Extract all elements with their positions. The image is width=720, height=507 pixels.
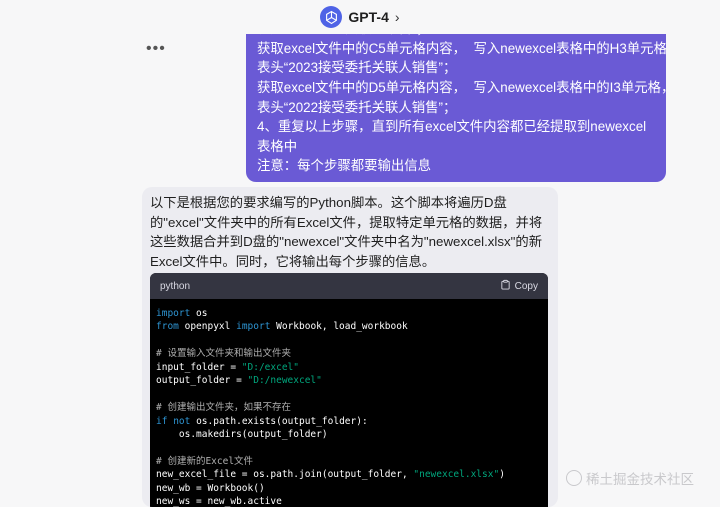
user-message-line: 表头“2023接受委托关联人销售”； [257, 60, 457, 76]
clipboard-icon [500, 279, 511, 293]
code-line: new_wb = Workbook() [156, 482, 542, 495]
code-token: import [156, 308, 191, 319]
copy-label: Copy [514, 280, 538, 292]
watermark: 稀土掘金技术社区 [566, 468, 694, 488]
code-token: from [156, 321, 179, 333]
assistant-message-bubble: 以下是根据您的要求编写的Python脚本。这个脚本将遍历D盘的"excel"文件… [142, 187, 558, 507]
user-message-line: 获取excel文件中的D5单元格内容， 写入newexcel表格中的I3单元格， [257, 80, 666, 96]
openai-logo-icon [320, 6, 343, 28]
code-token: not [173, 415, 191, 427]
code-block: python Copy import os from openpyxl impor… [150, 273, 548, 507]
code-token: openpyxl [178, 321, 237, 333]
chevron-right-icon: › [394, 9, 400, 25]
code-token: import [236, 321, 271, 333]
code-token: if [156, 415, 168, 427]
user-message-line: 注意：每个步骤都要输出信息 [257, 158, 432, 174]
user-message-line: 表头“2022接受委托关联人销售”； [257, 99, 457, 115]
code-line: # 创建输出文件夹，如果不存在 [156, 401, 542, 414]
user-message-line: 获取excel文件中的C5单元格内容， 写入newexcel表格中的H3单元格， [257, 40, 666, 56]
code-token: Workbook, load_workbook [270, 321, 408, 333]
user-message-line: 4、重复以上步骤，直到所有excel文件内容都已经提取到newexcel表格中 [257, 119, 647, 154]
code-token: os.path.exists(output_folder): [190, 415, 368, 427]
code-line: new_excel_file = os.path.join(output_fol… [156, 468, 542, 481]
juejin-logo-icon [566, 470, 582, 486]
model-name: GPT-4 [348, 9, 389, 25]
code-line: if not os.path.exists(output_folder): [156, 415, 542, 428]
code-token: os [190, 308, 208, 319]
code-line: os.makedirs(output_folder) [156, 428, 542, 441]
more-options-icon[interactable]: ••• [146, 40, 166, 58]
code-token: "D:/newexcel" [247, 375, 322, 387]
watermark-text: 稀土掘金技术社区 [586, 472, 694, 487]
code-token: input_folder = [156, 361, 242, 373]
code-token: ) [499, 469, 505, 481]
code-line: input_folder = "D:/excel" [156, 361, 542, 374]
code-line: # 创建新的Excel文件 [156, 455, 542, 468]
code-token: new_wb = Workbook() [156, 482, 265, 494]
code-block-header: python Copy [150, 273, 548, 299]
code-token: "D:/excel" [241, 361, 299, 373]
copy-code-button[interactable]: Copy [500, 279, 538, 293]
code-line: output_folder = "D:/newexcel" [156, 374, 542, 387]
code-content: import os from openpyxl import Workbook, … [150, 299, 548, 507]
code-token: # 创建新的Excel文件 [156, 455, 254, 467]
code-token: new_excel_file = os.path.join(output_fol… [156, 469, 414, 481]
code-token: "newexcel.xlsx" [413, 469, 500, 481]
assistant-intro-text: 以下是根据您的要求编写的Python脚本。这个脚本将遍历D盘的"excel"文件… [150, 195, 543, 269]
code-token: # 创建输出文件夹，如果不存在 [156, 402, 291, 414]
code-token: # 设置输入文件夹和输出文件夹 [156, 348, 291, 360]
code-line: # 设置输入文件夹和输出文件夹 [156, 347, 542, 360]
code-line: from openpyxl import Workbook, load_work… [156, 320, 542, 333]
code-line: import os [156, 307, 542, 320]
code-token: os.makedirs(output_folder) [156, 428, 328, 440]
top-bar: GPT-4 › [0, 0, 720, 34]
code-token: output_folder = [156, 375, 248, 387]
model-selector[interactable]: GPT-4 › [320, 6, 400, 28]
code-language-label: python [160, 280, 191, 292]
code-line: new_ws = new_wb.active [156, 495, 542, 507]
